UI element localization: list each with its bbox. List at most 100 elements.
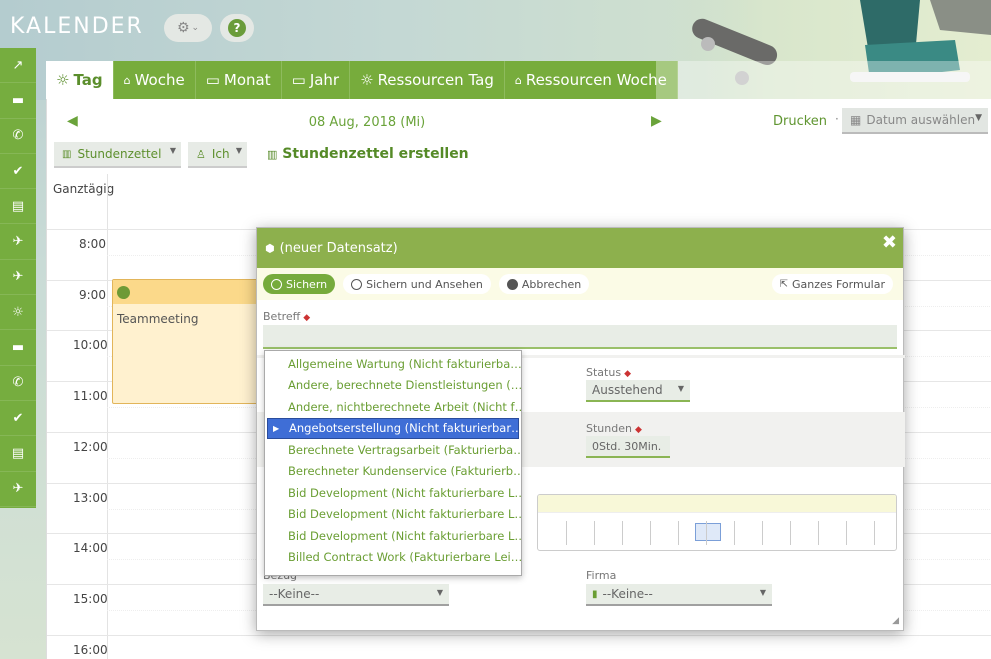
- shield-icon: ⬢: [265, 241, 275, 255]
- time-tick: [594, 521, 595, 545]
- plane-icon[interactable]: ✈: [0, 260, 36, 296]
- user-select[interactable]: ♙ Ich ▼: [188, 142, 247, 168]
- external-link-icon: ⇱: [779, 278, 788, 290]
- save-button[interactable]: Sichern: [263, 274, 336, 294]
- document-icon[interactable]: ▤: [0, 189, 36, 225]
- check-circle-icon: [271, 278, 282, 290]
- hour-row[interactable]: 16:00: [47, 634, 991, 659]
- time-strip-selection[interactable]: [695, 523, 721, 541]
- event-title: Teammeeting: [117, 312, 199, 326]
- cancel-button[interactable]: Abbrechen: [498, 274, 590, 294]
- trend-icon[interactable]: ↗: [0, 48, 36, 84]
- check-circle-icon: [351, 278, 363, 290]
- dropdown-option[interactable]: Bid Development (Nicht fakturierbare L…: [265, 504, 521, 526]
- settings-button[interactable]: ⚙ ⌄: [164, 14, 212, 42]
- hours-input[interactable]: 0Std. 30Min.: [586, 436, 670, 458]
- phone-icon[interactable]: ✆: [0, 366, 36, 401]
- next-day-button[interactable]: ▶: [651, 113, 662, 129]
- calendar-icon: ▭: [205, 71, 220, 89]
- chevron-down-icon: ▼: [235, 146, 242, 155]
- hour-label: 12:00: [73, 439, 108, 454]
- tab-jahr[interactable]: ▭ Jahr: [281, 61, 351, 99]
- dropdown-option[interactable]: Angebotserstellung (Nicht fakturierbar…: [267, 417, 519, 439]
- help-icon: ?: [228, 19, 246, 37]
- cloud-icon: ⌂: [123, 73, 131, 87]
- help-button[interactable]: ?: [220, 14, 254, 42]
- prev-day-button[interactable]: ◀: [67, 113, 78, 129]
- status-label: Status ◆: [586, 366, 631, 379]
- dialog-header: ⬢ (neuer Datensatz): [257, 228, 903, 268]
- document-icon[interactable]: ▤: [0, 436, 36, 472]
- time-strip[interactable]: [537, 494, 897, 551]
- plane-icon[interactable]: ✈: [0, 224, 36, 260]
- stunden-label: Stunden ◆: [586, 422, 642, 435]
- time-tick: [846, 521, 847, 545]
- bar-chart-icon: ▥: [62, 148, 72, 160]
- dropdown-option[interactable]: Bid Development (Nicht fakturierbare L…: [265, 482, 521, 504]
- tabs-background: [656, 61, 991, 99]
- dropdown-option[interactable]: Andere, berechnete Dienstleistungen (…: [265, 375, 521, 397]
- bus-icon[interactable]: ▬: [0, 330, 36, 366]
- allday-label: Ganztägig: [53, 182, 115, 196]
- dropdown-option[interactable]: Allgemeine Wartung (Nicht fakturierba…: [265, 353, 521, 375]
- hour-label: 15:00: [73, 591, 108, 606]
- chevron-down-icon: ⌄: [191, 23, 200, 33]
- chevron-down-icon: ▼: [436, 588, 443, 597]
- cloud-icon: ⌂: [514, 73, 522, 87]
- tab-ressourcen-woche[interactable]: ⌂ Ressourcen Woche: [504, 61, 678, 99]
- resize-handle-icon[interactable]: ◢: [892, 616, 899, 626]
- calendar-icon: ▦: [850, 113, 862, 127]
- dropdown-option[interactable]: Andere, nichtberechnete Arbeit (Nicht f…: [265, 396, 521, 418]
- dropdown-option[interactable]: Bid Development (Nicht fakturierbare L…: [265, 525, 521, 547]
- plane-icon[interactable]: ✈: [0, 472, 36, 507]
- hour-label: 11:00: [73, 389, 108, 404]
- view-select[interactable]: ▥ Stundenzettel ▼: [54, 142, 181, 168]
- event-teammeeting[interactable]: Teammeeting: [112, 279, 262, 404]
- gear-icon: ⚙: [176, 20, 190, 36]
- chevron-down-icon: ▼: [759, 588, 766, 597]
- time-strip-header: [538, 495, 896, 513]
- time-tick: [818, 521, 819, 545]
- betreff-input[interactable]: [263, 325, 897, 349]
- hour-label: 16:00: [73, 642, 108, 657]
- chevron-down-icon: ▼: [677, 384, 684, 393]
- tab-monat[interactable]: ▭ Monat: [195, 61, 282, 99]
- time-tick: [790, 521, 791, 545]
- dropdown-option[interactable]: Berechnete Vertragsarbeit (Fakturierba…: [265, 439, 521, 461]
- status-select[interactable]: Ausstehend ▼: [586, 380, 690, 402]
- hour-label: 8:00: [79, 237, 106, 251]
- sun-icon: ☼: [56, 71, 70, 89]
- chevron-down-icon: ▼: [169, 146, 176, 155]
- print-link[interactable]: Drucken: [773, 114, 827, 129]
- current-date: 08 Aug, 2018 (Mi): [308, 115, 426, 130]
- check-circle-icon[interactable]: ✔: [0, 401, 36, 437]
- phone-icon[interactable]: ✆: [0, 119, 36, 154]
- time-tick: [874, 521, 875, 545]
- dropdown-option[interactable]: Billed Contract Work (Fakturierbare Lei…: [265, 547, 521, 569]
- sun-icon[interactable]: ☼: [0, 295, 36, 331]
- cancel-icon: [506, 278, 518, 290]
- save-and-view-button[interactable]: Sichern und Ansehen: [343, 274, 491, 294]
- tab-tag[interactable]: ☼ Tag: [46, 61, 114, 99]
- sun-icon: ☼: [360, 71, 374, 89]
- tab-woche[interactable]: ⌂ Woche: [113, 61, 196, 99]
- betreff-label: Betreff ◆: [263, 310, 311, 323]
- close-icon[interactable]: ✖: [882, 232, 897, 253]
- create-timesheet-link[interactable]: ▥ Stundenzettel erstellen: [267, 146, 469, 162]
- bezug-select[interactable]: --Keine-- ▼: [263, 584, 449, 606]
- tab-ressourcen-tag[interactable]: ☼ Ressourcen Tag: [350, 61, 505, 99]
- firma-label: Firma: [586, 569, 617, 582]
- full-form-button[interactable]: ⇱ Ganzes Formular: [771, 274, 893, 294]
- check-circle-icon[interactable]: ✔: [0, 154, 36, 190]
- time-tick: [622, 521, 623, 545]
- person-icon: ♙: [196, 147, 206, 161]
- time-tick: [566, 521, 567, 545]
- dropdown-option[interactable]: Berechneter Kundenservice (Fakturierb…: [265, 461, 521, 483]
- shield-icon: [117, 285, 130, 299]
- hour-label: 10:00: [73, 338, 108, 353]
- firma-select[interactable]: ▮ --Keine-- ▼: [586, 584, 772, 606]
- date-picker[interactable]: ▦ Datum auswählen ▼: [842, 108, 988, 134]
- bus-icon[interactable]: ▬: [0, 83, 36, 119]
- dialog-title: (neuer Datensatz): [279, 240, 398, 256]
- time-tick: [650, 521, 651, 545]
